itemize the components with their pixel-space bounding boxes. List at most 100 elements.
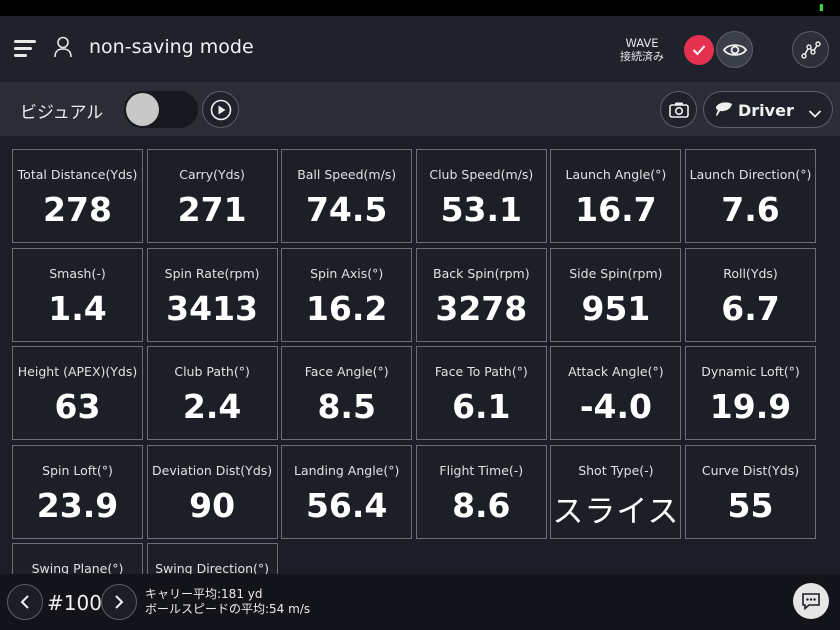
metric-value: 19.9	[709, 387, 792, 427]
metric-label: Club Speed(m/s)	[429, 167, 534, 182]
metric-tile[interactable]: Face To Path(°) 6.1	[415, 346, 547, 441]
metric-value: 7.6	[721, 190, 780, 229]
next-shot-button[interactable]	[101, 584, 137, 620]
metric-value: -4.0	[579, 387, 652, 427]
metric-tile[interactable]: Total Distance(Yds) 278	[12, 149, 143, 243]
battery-icon: ▮	[819, 3, 824, 13]
average-summary: キャリー平均:181 yd ボールスピードの平均:54 m/s	[145, 587, 310, 617]
check-icon	[692, 45, 706, 56]
camera-icon	[668, 102, 689, 118]
metric-tile[interactable]: Swing Plane(°)	[12, 543, 143, 574]
metric-value: 8.5	[317, 387, 376, 427]
chevron-left-icon	[20, 595, 29, 609]
metric-label: Deviation Dist(Yds)	[152, 462, 273, 478]
metric-value: 278	[43, 190, 112, 229]
metric-tile[interactable]: Swing Direction(°)	[146, 543, 278, 574]
metric-tile[interactable]: Flight Time(-) 8.6	[415, 444, 547, 539]
metric-value: 6.7	[721, 288, 780, 328]
chat-icon	[802, 593, 820, 610]
play-button[interactable]	[202, 91, 239, 128]
metric-tile[interactable]: Curve Dist(Yds) 55	[685, 444, 816, 539]
metric-label: Face To Path(°)	[434, 364, 528, 380]
metric-label: Smash(-)	[49, 265, 106, 281]
camera-button[interactable]	[660, 91, 697, 128]
metric-tile[interactable]: Back Spin(rpm) 3278	[415, 247, 547, 342]
metric-tile[interactable]: Spin Rate(rpm) 3413	[146, 247, 278, 342]
metric-label: Back Spin(rpm)	[433, 265, 530, 281]
app-header: non-saving mode WAVE 接続済み	[0, 16, 840, 82]
metric-value: 3413	[166, 288, 259, 328]
metric-value: 90	[189, 485, 236, 525]
metric-label: Dynamic Loft(°)	[701, 364, 800, 380]
metrics-grid: Total Distance(Yds) 278 Carry(Yds) 271 Ball …	[12, 149, 832, 574]
metric-tile[interactable]: Height (APEX)(Yds) 63	[12, 346, 143, 441]
metric-tile[interactable]: Smash(-) 1.4	[12, 247, 143, 342]
metric-value: 1.4	[48, 288, 107, 328]
metric-tile[interactable]: Carry(Yds) 271	[146, 149, 278, 243]
metric-label: Carry(Yds)	[179, 167, 245, 182]
system-status-bar: ▮	[0, 0, 840, 16]
metric-value: 56.4	[305, 485, 388, 525]
graph-button[interactable]	[792, 31, 829, 68]
metric-label: Swing Plane(°)	[31, 561, 124, 574]
metric-tile[interactable]: Launch Angle(°) 16.7	[550, 149, 682, 243]
chat-button[interactable]	[793, 583, 829, 619]
user-icon[interactable]	[53, 36, 73, 62]
metric-value: 271	[177, 190, 247, 229]
view-toggle-button[interactable]	[716, 31, 753, 68]
visual-toggle[interactable]	[124, 91, 198, 128]
metric-tile[interactable]: Landing Angle(°) 56.4	[281, 444, 413, 539]
metric-value: 23.9	[36, 485, 119, 525]
club-label: Driver	[738, 101, 794, 120]
metric-tile[interactable]: Roll(Yds) 6.7	[685, 247, 816, 342]
metric-label: Ball Speed(m/s)	[297, 167, 397, 182]
metric-tile[interactable]: Club Path(°) 2.4	[146, 346, 278, 441]
metric-value: 55	[727, 485, 774, 525]
shot-number: #100	[47, 591, 102, 615]
metric-tile[interactable]: Launch Direction(°) 7.6	[685, 149, 816, 243]
toggle-knob	[126, 93, 159, 126]
club-select[interactable]: Driver	[703, 91, 833, 128]
metric-value: 2.4	[182, 387, 242, 427]
toolbar: ビジュアル Driver	[0, 82, 840, 136]
metric-value: 74.5	[305, 190, 388, 229]
metric-tile[interactable]: Face Angle(°) 8.5	[281, 346, 413, 441]
metric-label: Total Distance(Yds)	[17, 167, 138, 182]
metric-tile[interactable]: Spin Loft(°) 23.9	[12, 444, 143, 539]
footer-bar: #100 キャリー平均:181 yd ボールスピードの平均:54 m/s	[0, 574, 840, 630]
ball-speed-average: ボールスピードの平均:54 m/s	[145, 602, 311, 616]
metric-tile[interactable]: Deviation Dist(Yds) 90	[146, 444, 278, 539]
metric-label: Height (APEX)(Yds)	[17, 364, 138, 380]
metric-value: 63	[54, 387, 101, 427]
metric-label: Face Angle(°)	[304, 364, 389, 380]
connected-check-button[interactable]	[684, 35, 714, 65]
metric-label: Spin Loft(°)	[42, 462, 113, 478]
menu-icon[interactable]	[14, 40, 36, 58]
previous-shot-button[interactable]	[7, 584, 43, 620]
metric-tile[interactable]: Spin Axis(°) 16.2	[281, 247, 413, 342]
driver-icon	[714, 100, 734, 122]
metric-tile[interactable]: Dynamic Loft(°) 19.9	[685, 346, 816, 441]
metric-label: Landing Angle(°)	[294, 462, 400, 478]
metric-tile[interactable]: Ball Speed(m/s) 74.5	[281, 149, 413, 243]
chevron-right-icon	[115, 595, 124, 609]
metric-value: 3278	[435, 288, 528, 328]
metric-value: 53.1	[440, 190, 522, 229]
metric-value: 16.7	[575, 190, 657, 229]
metric-tile[interactable]: Side Spin(rpm) 951	[550, 247, 682, 342]
eye-icon	[722, 43, 747, 56]
play-icon	[210, 99, 231, 120]
wave-label: WAVE	[625, 36, 659, 50]
page-title: non-saving mode	[89, 36, 254, 58]
metric-tile[interactable]: Shot Type(-) スライス	[550, 444, 682, 539]
metric-label: Shot Type(-)	[578, 462, 654, 478]
metric-label: Roll(Yds)	[723, 265, 778, 281]
visual-label: ビジュアル	[20, 103, 104, 123]
metric-tile[interactable]: Attack Angle(°) -4.0	[550, 346, 682, 441]
metric-label: Swing Direction(°)	[155, 561, 270, 574]
metric-tile[interactable]: Club Speed(m/s) 53.1	[415, 149, 547, 243]
carry-average: キャリー平均:181 yd	[145, 587, 263, 601]
metric-label: Club Path(°)	[174, 364, 250, 380]
metric-label: Flight Time(-)	[439, 462, 524, 478]
metric-value: スライス	[552, 493, 680, 530]
